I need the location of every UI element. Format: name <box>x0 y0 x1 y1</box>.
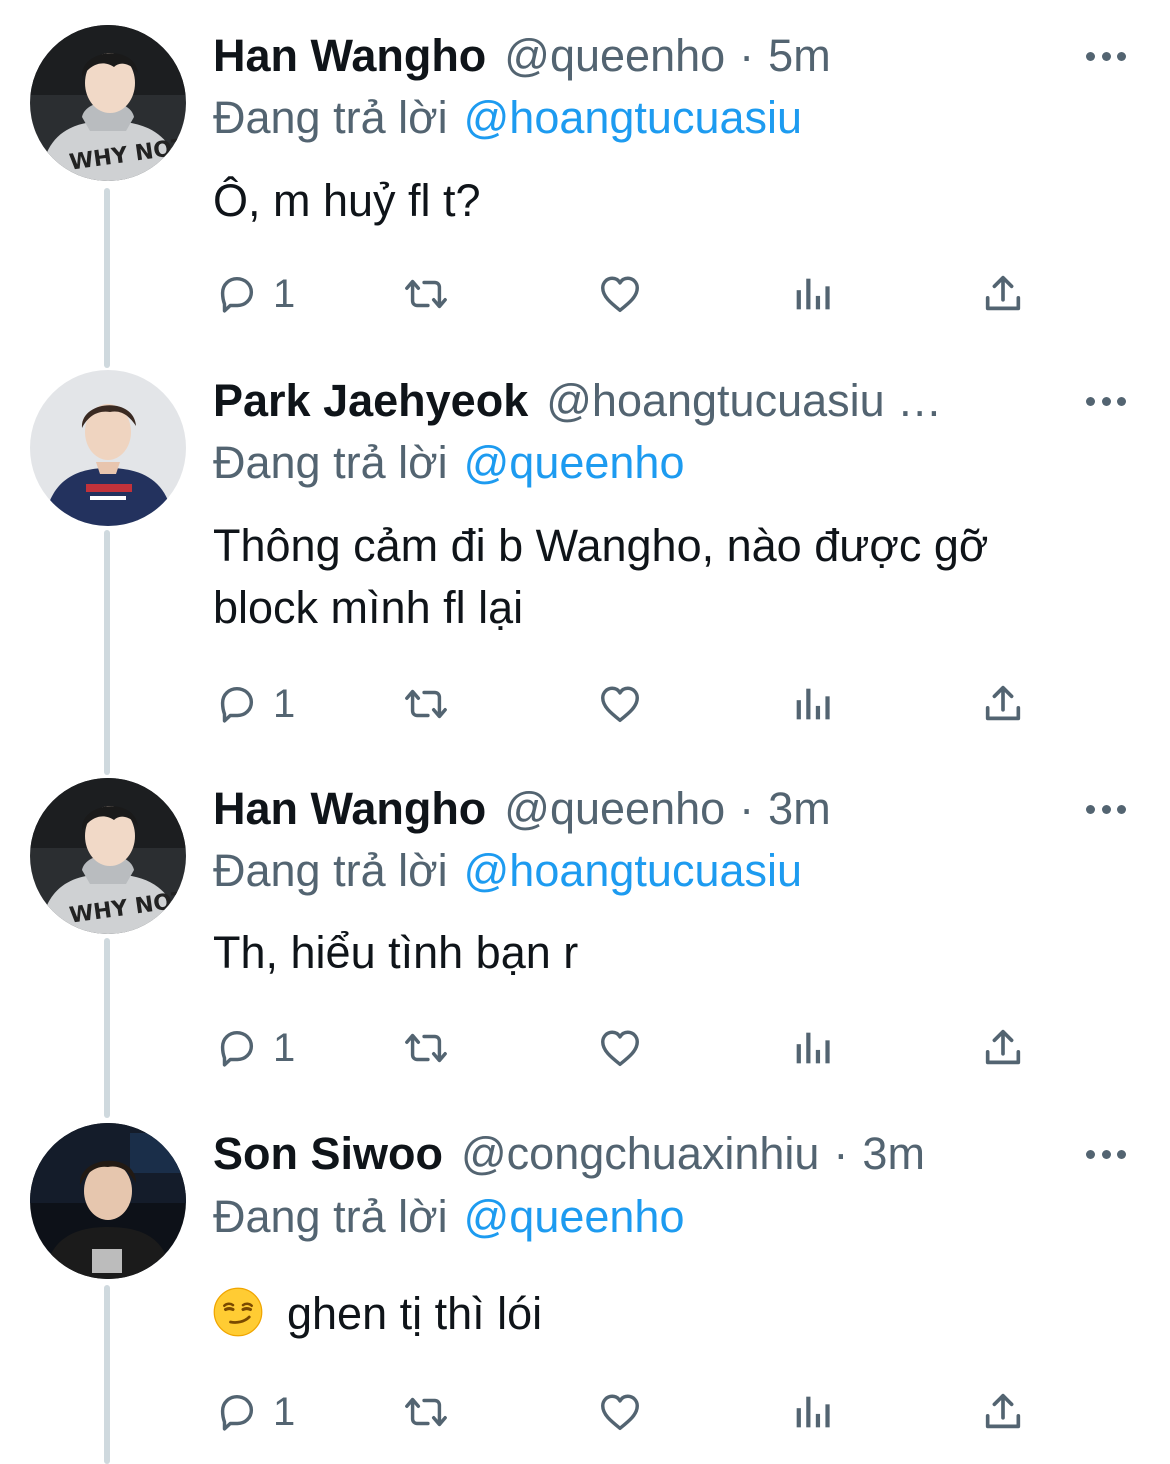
separator-dot: · <box>833 1128 849 1179</box>
tweet[interactable]: Son Siwoo @congchuaxinhiu · 3m Đang trả … <box>0 0 1170 1464</box>
display-name[interactable]: Son Siwoo <box>213 1123 443 1185</box>
tweet-text: ghen tị thì lói <box>287 1288 543 1339</box>
reply-label: Đang trả lời <box>213 1191 448 1242</box>
reply-button[interactable]: 1 <box>213 1384 295 1440</box>
timestamp[interactable]: 3m <box>862 1123 925 1185</box>
views-button[interactable] <box>791 1384 833 1440</box>
like-button[interactable] <box>596 1384 644 1440</box>
avatar[interactable] <box>30 1123 186 1279</box>
reply-count: 1 <box>273 1390 296 1434</box>
share-button[interactable] <box>980 1384 1026 1440</box>
reply-handle-link[interactable]: @queenho <box>464 1191 685 1242</box>
reply-context: Đang trả lời @queenho <box>213 1186 684 1248</box>
tweet-header: Son Siwoo @congchuaxinhiu · 3m <box>213 1123 1060 1185</box>
heart-icon <box>601 1394 639 1431</box>
user-handle[interactable]: @congchuaxinhiu <box>461 1123 819 1185</box>
tweet-thread: WHY NOT?! Han Wangho @queenho · 5m Đang … <box>0 0 1170 1464</box>
retweet-button[interactable] <box>398 1384 454 1440</box>
views-icon <box>796 1396 830 1428</box>
share-icon <box>985 1393 1021 1429</box>
smirking-face-emoji <box>213 1287 263 1337</box>
tweet-text-container: ghen tị thì lói <box>213 1283 1093 1345</box>
reply-icon <box>220 1394 254 1431</box>
retweet-icon <box>405 1397 447 1427</box>
more-icon[interactable] <box>1086 1146 1126 1162</box>
action-bar: 1 <box>213 1384 1043 1440</box>
